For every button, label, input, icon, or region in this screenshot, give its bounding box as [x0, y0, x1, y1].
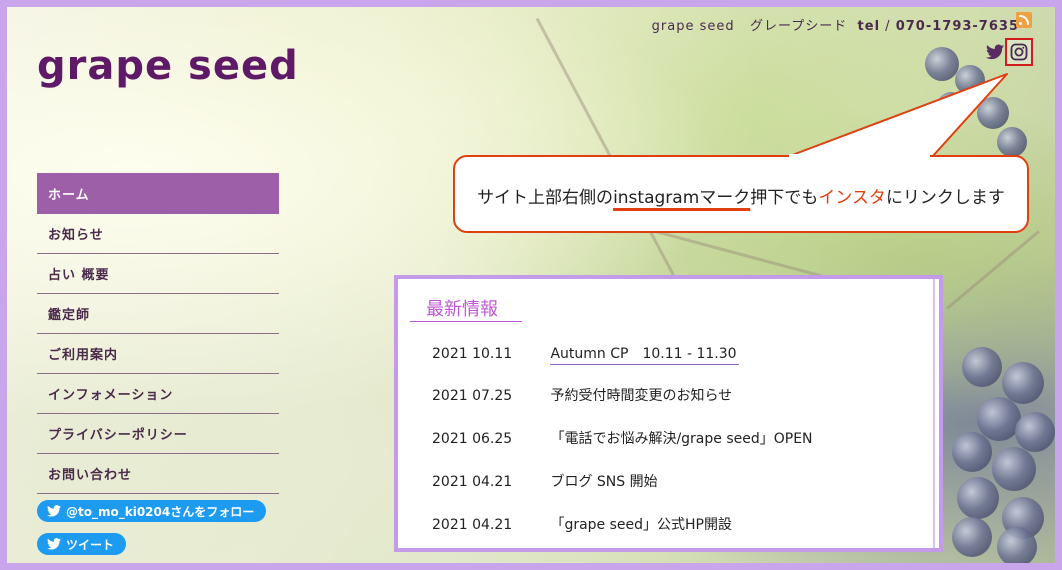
callout-text: サイト上部右側のinstagramマーク押下でもインスタにリンクします — [455, 183, 1027, 208]
news-date: 2021 10.11 — [432, 346, 513, 362]
news-item[interactable]: 2021 06.25 「電話でお悩み解決/grape seed」OPEN — [432, 428, 813, 448]
callout-box: サイト上部右側のinstagramマーク押下でもインスタにリンクします — [453, 155, 1029, 233]
nav-item-contact[interactable]: お問い合わせ — [37, 454, 279, 494]
nav-item-usage-guide[interactable]: ご利用案内 — [37, 334, 279, 374]
news-date: 2021 04.21 — [432, 517, 513, 533]
news-date: 2021 07.25 — [432, 388, 513, 404]
grape-decoration — [957, 477, 999, 519]
news-item[interactable]: 2021 07.25 予約受付時間変更のお知らせ — [432, 385, 732, 405]
news-text: 「grape seed」公式HP開設 — [550, 517, 733, 533]
page-frame: grape seed グレープシード tel / 070-1793-7635 g… — [7, 7, 1055, 563]
twitter-bird-icon — [47, 538, 61, 550]
nav-item-information[interactable]: インフォメーション — [37, 374, 279, 414]
news-item[interactable]: 2021 04.21 「grape seed」公式HP開設 — [432, 514, 732, 534]
news-date: 2021 04.21 — [432, 474, 513, 490]
grape-decoration — [997, 527, 1037, 563]
grape-decoration — [952, 432, 992, 472]
news-link[interactable]: Autumn CP 10.11 - 11.30 — [550, 346, 739, 365]
callout-text-part: サイト上部右側の — [477, 188, 614, 208]
twitter-bird-icon — [47, 505, 61, 517]
twitter-follow-label: @to_mo_ki0204さんをフォロー — [66, 504, 255, 519]
callout-highlight-instagram: instagramマーク — [613, 188, 751, 208]
news-title-underline — [410, 321, 522, 322]
nav-item-privacy-policy[interactable]: プライバシーポリシー — [37, 414, 279, 454]
tweet-label: ツイート — [66, 537, 115, 552]
news-text: 予約受付時間変更のお知らせ — [550, 388, 733, 404]
tweet-button[interactable]: ツイート — [37, 533, 127, 555]
grape-decoration — [992, 447, 1036, 491]
callout-text-part: にリンクします — [885, 188, 1005, 208]
news-item[interactable]: 2021 04.21 ブログ SNS 開始 — [432, 471, 658, 491]
grape-decoration — [952, 517, 992, 557]
news-text: 「電話でお悩み解決/grape seed」OPEN — [550, 431, 813, 447]
grape-decoration — [1015, 412, 1055, 452]
callout-highlight-insta: インスタ — [818, 188, 886, 208]
nav-item-appraisers[interactable]: 鑑定師 — [37, 294, 279, 334]
news-item[interactable]: 2021 10.11 Autumn CP 10.11 - 11.30 — [432, 343, 739, 365]
grape-decoration — [962, 347, 1002, 387]
news-text: ブログ SNS 開始 — [550, 474, 658, 490]
news-panel: 最新情報 2021 10.11 Autumn CP 10.11 - 11.30 … — [394, 275, 943, 552]
twitter-follow-button[interactable]: @to_mo_ki0204さんをフォロー — [37, 500, 267, 522]
callout-text-part: 押下でも — [750, 188, 819, 208]
grape-decoration — [1002, 362, 1044, 404]
news-date: 2021 06.25 — [432, 431, 513, 447]
nav-item-fortune-overview[interactable]: 占い 概要 — [37, 254, 279, 294]
